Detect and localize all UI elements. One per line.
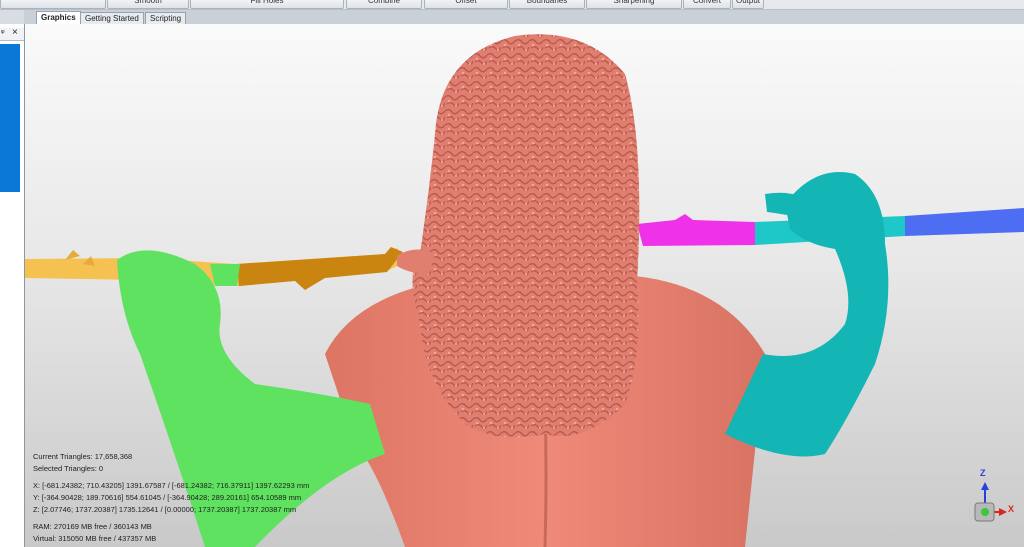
output-button[interactable]: Output: [732, 0, 764, 9]
mesh-render: [25, 34, 1024, 547]
offset-button[interactable]: Offset: [424, 0, 508, 9]
convert-button[interactable]: Convert: [683, 0, 731, 9]
left-dock-header: ᵠ ×: [0, 27, 24, 41]
combine-button[interactable]: Combine: [346, 0, 422, 9]
document-tab-bar: Graphics Getting Started Scripting: [24, 10, 1024, 24]
stick-orange-segment: [237, 247, 403, 290]
stick-blue-segment: [905, 208, 1024, 236]
ram-text: RAM: 270169 MB free / 360143 MB: [33, 522, 152, 531]
x-axis-label: X: [1008, 504, 1015, 514]
current-triangles-text: Current Triangles: 17,658,368: [33, 452, 133, 461]
fill-holes-button[interactable]: Fill Holes: [190, 0, 344, 9]
tab-graphics[interactable]: Graphics: [36, 11, 81, 24]
close-icon[interactable]: ×: [12, 27, 18, 38]
axis-triad-icon: [974, 482, 1007, 522]
tab-getting-started[interactable]: Getting Started: [80, 12, 144, 24]
sharpening-button[interactable]: Sharpening: [586, 0, 682, 9]
virtual-memory-text: Virtual: 315050 MB free / 437357 MB: [33, 534, 157, 543]
smooth-button[interactable]: Smooth: [107, 0, 189, 9]
boundaries-button[interactable]: Boundaries: [509, 0, 585, 9]
z-axis-label: Z: [980, 468, 986, 478]
stick-magenta-segment: [637, 214, 755, 246]
x-range-text: X: [-681.24382; 710.43205] 1391.67587 / …: [33, 481, 310, 490]
ribbon-toolbar: Smooth Fill Holes Combine Offset Boundar…: [0, 0, 1024, 10]
hair: [412, 34, 640, 438]
axis-triad: Z X: [965, 468, 1015, 524]
graphics-viewport[interactable]: Current Triangles: 17,658,368 Selected T…: [25, 24, 1024, 547]
pin-icon[interactable]: ᵠ: [1, 28, 5, 37]
selected-triangles-text: Selected Triangles: 0: [33, 464, 104, 473]
tab-scripting[interactable]: Scripting: [145, 12, 187, 24]
ribbon-button-left[interactable]: [0, 0, 106, 9]
y-range-text: Y: [-364.90428; 189.70616] 554.61045 / […: [33, 493, 302, 502]
left-dock-selected-item[interactable]: [0, 44, 20, 192]
z-range-text: Z: [2.07746; 1737.20387] 1735.12641 / [0…: [33, 505, 297, 514]
